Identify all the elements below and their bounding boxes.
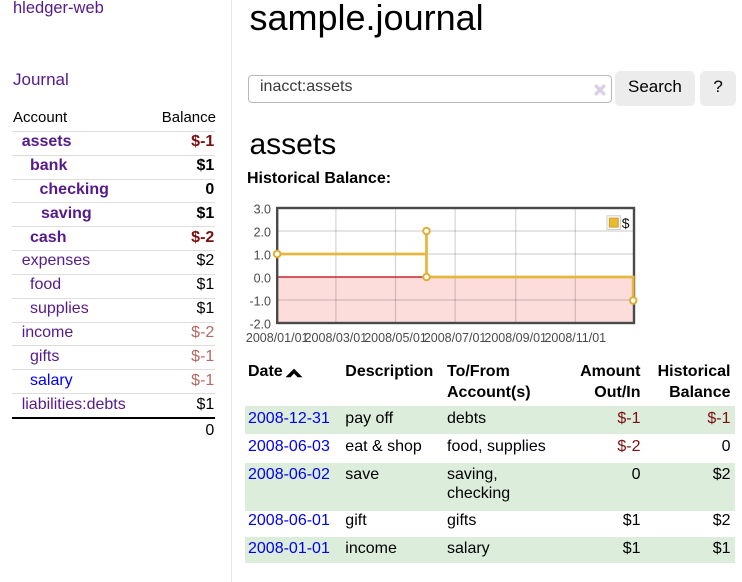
svg-text:2008/03/01: 2008/03/01 [305,331,368,345]
svg-text:2008/09/01: 2008/09/01 [484,331,547,345]
svg-text:2.0: 2.0 [254,225,271,239]
svg-text:2008/01/01: 2008/01/01 [246,331,309,345]
svg-text:1.0: 1.0 [254,248,271,262]
svg-text:2008/11/01: 2008/11/01 [544,331,606,345]
svg-text:2008/05/01: 2008/05/01 [364,331,427,345]
svg-text:-2.0: -2.0 [249,317,271,331]
svg-text:$: $ [622,215,630,231]
svg-text:2008/07/01: 2008/07/01 [424,331,487,345]
svg-text:0.0: 0.0 [254,271,271,285]
svg-text:3.0: 3.0 [254,202,271,216]
svg-text:-1.0: -1.0 [249,294,271,308]
